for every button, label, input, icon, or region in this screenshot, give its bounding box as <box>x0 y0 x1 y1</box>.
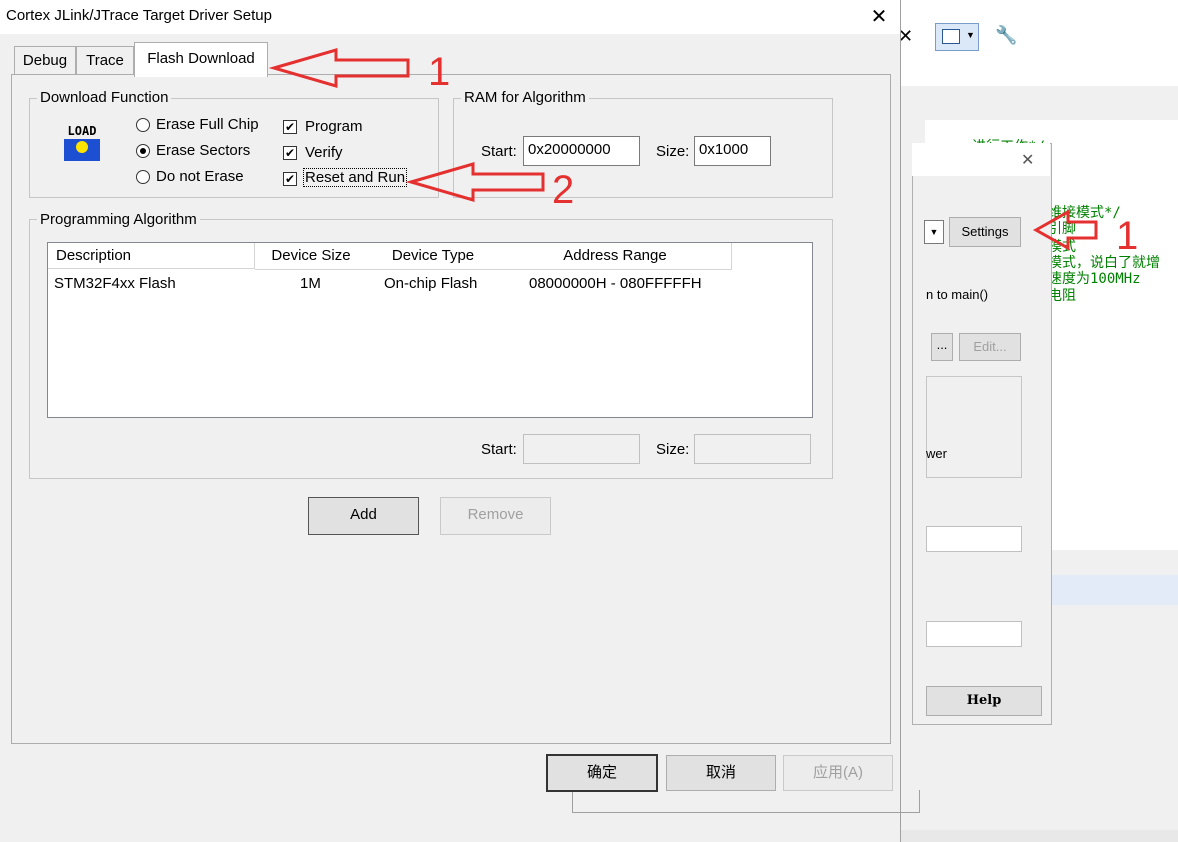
arrow-2-icon <box>405 162 545 202</box>
annotation-arrows <box>268 48 1098 251</box>
annotation-number-1-settings: 1 <box>1116 214 1139 258</box>
tab-flash-download[interactable]: Flash Download <box>134 42 268 77</box>
arrow-1-icon <box>268 48 410 88</box>
arrow-3-icon <box>1032 209 1098 251</box>
annotation-number-2: 2 <box>552 168 575 212</box>
annotation-number-1: 1 <box>428 50 451 94</box>
